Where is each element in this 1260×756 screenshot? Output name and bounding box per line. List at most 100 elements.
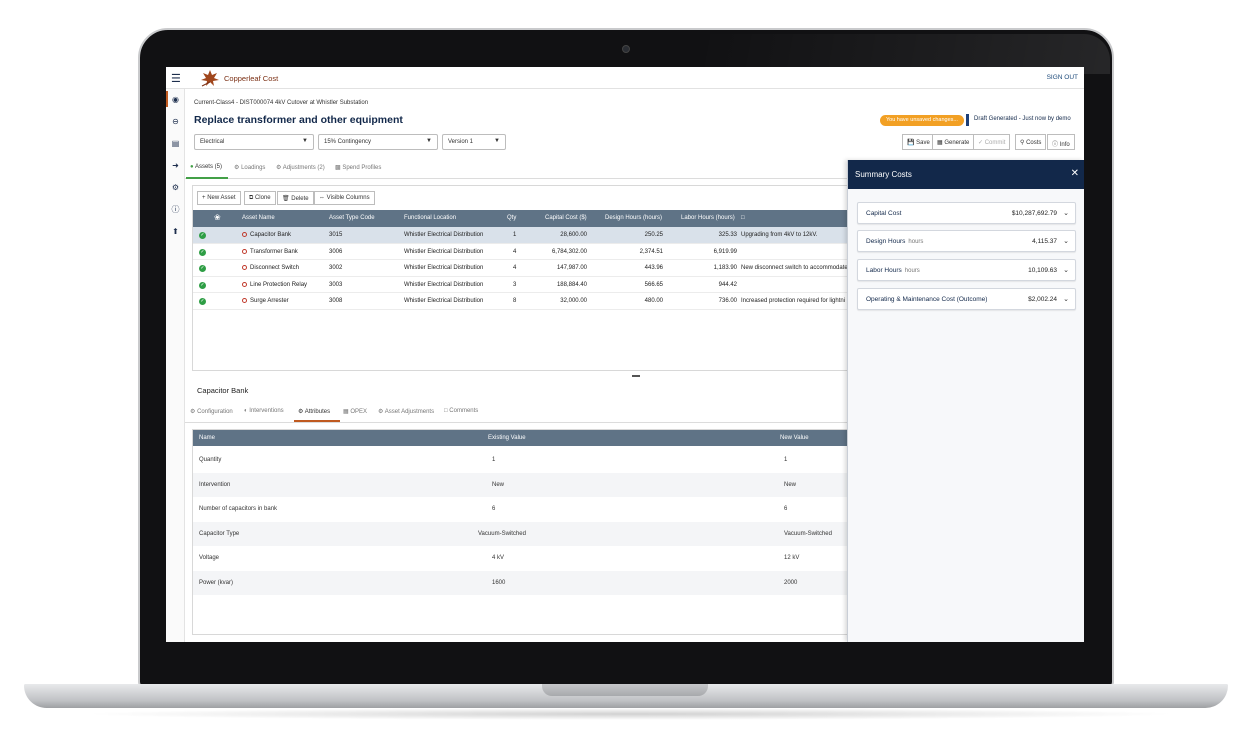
tab-comments-label: Comments [449, 408, 479, 414]
version-select[interactable]: Version 1 ▼ [442, 134, 506, 150]
comment-cell: Increased protection required for lightn… [741, 298, 846, 304]
menu-icon[interactable]: ☰ [171, 72, 181, 85]
col-labor-hours[interactable]: Labor Hours (hours) [681, 215, 735, 221]
table-row[interactable]: ✓ Transformer Bank 3006 Whistler Electri… [193, 244, 851, 260]
cost-unit: hours [904, 268, 920, 274]
nav-upload-icon[interactable]: ⬆ [170, 226, 181, 237]
location-cell: Whistler Electrical Distribution [404, 232, 484, 238]
bar-chart-icon: ▩ [335, 165, 341, 171]
attr-name-cell: Capacitor Type [199, 530, 240, 537]
labor-cell: 1,183.90 [713, 265, 737, 271]
check-circle-icon: ✓ [199, 248, 206, 256]
tab-spend-profiles[interactable]: ▩ Spend Profiles [335, 164, 381, 171]
app-screen: ☰ Copperleaf Cost SIGN OUT ◉ ⊖ ▤ ➜ ⚙ ⓘ ⬆… [166, 67, 1084, 642]
save-button[interactable]: 💾 Save [902, 134, 935, 150]
visible-columns-button[interactable]: ⇔ Visible Columns [314, 191, 375, 205]
nav-settings-icon[interactable]: ⚙ [170, 182, 181, 193]
design-cell: 250.25 [644, 232, 663, 238]
breadcrumb[interactable]: Current-Class4 - DIST000074 4kV Cutover … [194, 100, 368, 106]
col-functional-location[interactable]: Functional Location [404, 215, 456, 221]
attr-new-cell[interactable]: New [784, 482, 796, 488]
design-cell: 443.96 [644, 265, 663, 271]
attr-new-cell[interactable]: 6 [784, 506, 787, 512]
table-row[interactable]: Voltage 4 kV 12 kV [193, 546, 851, 571]
col-asset-name[interactable]: Asset Name [242, 215, 275, 221]
attr-name-cell: Number of capacitors in bank [199, 506, 278, 512]
qty-cell: 4 [513, 248, 517, 255]
attr-new-cell[interactable]: 12 kV [784, 555, 799, 561]
attr-new-cell[interactable]: 1 [784, 457, 787, 463]
cost-value: 4,115.37 [1032, 238, 1057, 245]
tab-comments[interactable]: □ Comments [444, 408, 478, 414]
delete-button[interactable]: 🗑 Delete [277, 191, 314, 205]
category-select[interactable]: Electrical ▼ [194, 134, 314, 150]
table-row[interactable]: ✓ Capacitor Bank 3015 Whistler Electrica… [193, 227, 851, 244]
asset-name-text: Surge Arrester [250, 298, 289, 305]
labor-hours-card[interactable]: Labor Hours hours 10,109.63 ⌄ [857, 259, 1076, 281]
detail-tabs: ⚙ Configuration ◐ Interventions ⚙ Attrib… [185, 403, 847, 423]
tab-opex[interactable]: ▦ OPEX [343, 408, 367, 415]
table-row[interactable]: Number of capacitors in bank 6 6 [193, 497, 851, 522]
clone-button[interactable]: ⧉ Clone [244, 191, 276, 205]
design-hours-card[interactable]: Design Hours hours 4,115.37 ⌄ [857, 230, 1076, 252]
generate-button[interactable]: ▦ Generate [932, 134, 975, 150]
close-icon[interactable]: ✕ [1071, 168, 1079, 179]
nav-export-icon[interactable]: ➜ [170, 160, 181, 171]
chevron-down-icon[interactable]: ⌄ [1063, 209, 1069, 217]
sign-out-link[interactable]: SIGN OUT [1047, 74, 1078, 81]
attr-new-cell[interactable]: 2000 [784, 580, 797, 586]
info-button[interactable]: ⓘ Info [1047, 134, 1075, 150]
asset-name-text: Capacitor Bank [250, 232, 292, 239]
nav-dashboard-icon[interactable]: ◉ [170, 94, 181, 105]
labor-cell: 736.00 [718, 298, 737, 304]
tab-adjustments[interactable]: ⚙ Adjustments (2) [276, 164, 325, 171]
leaf-icon: ❀ [214, 213, 221, 222]
chevron-down-icon[interactable]: ⌄ [1063, 295, 1069, 303]
summary-title: Summary Costs [855, 170, 912, 179]
nav-minus-circle-icon[interactable]: ⊖ [170, 116, 181, 127]
table-row[interactable]: Intervention New New [193, 472, 851, 497]
camera [622, 45, 630, 53]
panel-splitter-handle[interactable] [632, 375, 640, 377]
table-row[interactable]: Capacitor Type Vacuum-Switched Vacuum-Sw… [193, 521, 851, 546]
search-icon: ⚲ [1020, 140, 1025, 146]
col-capital-cost[interactable]: Capital Cost ($) [545, 215, 587, 221]
attr-new-cell[interactable]: Vacuum-Switched [784, 531, 832, 537]
table-row[interactable]: Power (kvar) 1600 2000 [193, 570, 851, 595]
cost-value: $2,002.24 [1028, 296, 1057, 303]
contingency-select[interactable]: 15% Contingency ▼ [318, 134, 438, 150]
tab-attributes[interactable]: ⚙ Attributes [298, 408, 330, 415]
asset-grid-header: ❀ Asset Name Asset Type Code Functional … [193, 210, 851, 227]
tab-attributes-label: Attributes [304, 409, 331, 415]
tab-asset-adjustments[interactable]: ⚙ Asset Adjustments [378, 408, 434, 415]
table-row[interactable]: ✓ Line Protection Relay 3003 Whistler El… [193, 277, 851, 293]
tab-interventions[interactable]: ◐ Interventions [244, 408, 284, 414]
capital-cost-card[interactable]: Capital Cost $10,287,692.79 ⌄ [857, 202, 1076, 224]
costs-button[interactable]: ⚲ Costs [1015, 134, 1047, 150]
chevron-down-icon[interactable]: ⌄ [1063, 266, 1069, 274]
col-asset-type-code[interactable]: Asset Type Code [329, 215, 375, 221]
om-cost-card[interactable]: Operating & Maintenance Cost (Outcome) $… [857, 288, 1076, 310]
chevron-down-icon[interactable]: ⌄ [1063, 237, 1069, 245]
tab-loadings-label: Loadings [241, 165, 266, 171]
table-row[interactable]: Quantity 1 1 [193, 448, 851, 473]
col-qty[interactable]: Qty [507, 215, 516, 221]
attr-existing-cell: 4 kV [492, 555, 505, 561]
tab-configuration[interactable]: ⚙ Configuration [190, 408, 233, 415]
cost-label: Labor Hours hours [866, 267, 920, 274]
app-name: Copperleaf Cost [224, 74, 279, 83]
new-asset-button[interactable]: + New Asset [197, 191, 241, 205]
labor-cell: 325.33 [718, 232, 737, 238]
commit-button[interactable]: ✓ Commit [973, 134, 1011, 150]
nav-document-icon[interactable]: ▤ [170, 138, 181, 149]
table-row[interactable]: ✓ Disconnect Switch 3002 Whistler Electr… [193, 260, 851, 277]
col-design-hours[interactable]: Design Hours (hours) [605, 215, 662, 221]
col-new-value[interactable]: New Value [780, 435, 809, 441]
tab-loadings[interactable]: ⚙ Loadings [234, 164, 265, 171]
table-row[interactable]: ✓ Surge Arrester 3008 Whistler Electrica… [193, 293, 851, 310]
tab-assets[interactable]: ● Assets (5) [190, 164, 222, 170]
info-icon: ⓘ [1052, 142, 1059, 148]
col-existing-value[interactable]: Existing Value [488, 435, 526, 441]
nav-info-icon[interactable]: ⓘ [170, 204, 181, 215]
col-name[interactable]: Name [199, 435, 215, 441]
